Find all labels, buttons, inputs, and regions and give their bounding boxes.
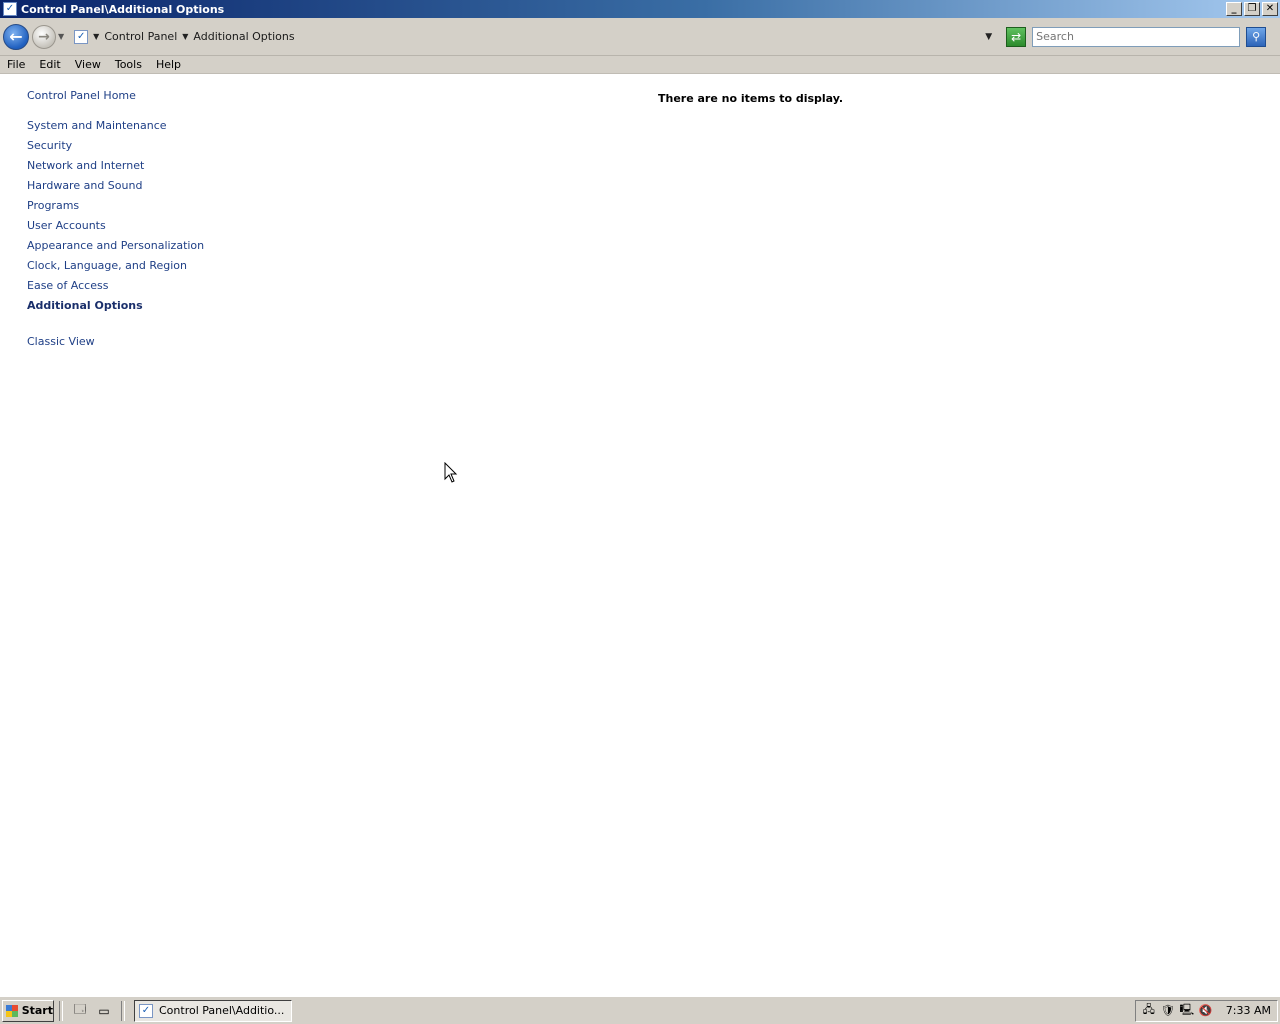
breadcrumb-root-chevron-icon[interactable]: ▼	[93, 32, 99, 41]
forward-arrow-icon: →	[38, 28, 50, 45]
windows-logo-icon	[6, 1004, 18, 1017]
search-button[interactable]: ⚲	[1246, 26, 1267, 47]
breadcrumb-additional-options[interactable]: Additional Options	[193, 30, 294, 43]
taskbar: Start 🗔 ▭ ✓ Control Panel\Additio... 🖧 🛡…	[0, 996, 1280, 1024]
menu-tools[interactable]: Tools	[108, 58, 149, 71]
menu-bar: File Edit View Tools Help	[0, 56, 1280, 74]
sidebar-item-programs[interactable]: Programs	[27, 198, 267, 218]
notification-area: 🖧 🛡 🖳 🔇 7:33 AM	[1134, 999, 1278, 1022]
menu-file[interactable]: File	[0, 58, 32, 71]
sidebar-item-clock-language-and-region[interactable]: Clock, Language, and Region	[27, 258, 267, 278]
volume-muted-icon[interactable]: 🔇	[1199, 1004, 1213, 1018]
minimize-button[interactable]: _	[1226, 2, 1242, 16]
mouse-pointer-icon	[444, 462, 458, 483]
sidebar-item-system-and-maintenance[interactable]: System and Maintenance	[27, 118, 267, 138]
sidebar-item-hardware-and-sound[interactable]: Hardware and Sound	[27, 178, 267, 198]
menu-edit[interactable]: Edit	[32, 58, 67, 71]
breadcrumb-chevron-icon[interactable]: ▼	[182, 32, 188, 41]
system-clock[interactable]: 7:33 AM	[1226, 1004, 1271, 1017]
window-title: Control Panel\Additional Options	[21, 2, 225, 16]
forward-button[interactable]: →	[32, 24, 56, 49]
content-area: Control Panel Home System and Maintenanc…	[0, 74, 1280, 996]
task-pane: Control Panel Home System and Maintenanc…	[27, 88, 267, 354]
window-controls: _ ❐ ✕	[1226, 2, 1278, 16]
sidebar-control-panel-home[interactable]: Control Panel Home	[27, 88, 267, 108]
navigation-bar: ← → ▼ ✓ ▼ Control Panel ▼ Additional Opt…	[0, 18, 1280, 56]
network-connection-icon[interactable]: 🖳	[1179, 1003, 1194, 1018]
search-box[interactable]	[1032, 26, 1241, 47]
empty-folder-message: There are no items to display.	[658, 92, 844, 105]
switch-windows-icon[interactable]: ▭	[96, 1003, 112, 1019]
control-panel-icon: ✓	[139, 1003, 153, 1018]
sidebar-item-network-and-internet[interactable]: Network and Internet	[27, 158, 267, 178]
back-arrow-icon: ←	[9, 27, 23, 46]
breadcrumb-control-panel[interactable]: Control Panel	[104, 30, 177, 43]
search-input[interactable]	[1033, 27, 1240, 46]
taskbar-button-label: Control Panel\Additio...	[159, 1004, 285, 1017]
search-icon: ⚲	[1252, 30, 1261, 43]
address-field[interactable]: ✓ ▼ Control Panel ▼ Additional Options ▼	[70, 25, 999, 48]
security-status-icon[interactable]: 🛡	[1161, 1004, 1175, 1018]
recent-pages-dropdown-icon[interactable]: ▼	[58, 32, 64, 41]
control-panel-icon: ✓	[3, 2, 17, 16]
sidebar-item-appearance-and-personalization[interactable]: Appearance and Personalization	[27, 238, 267, 258]
sidebar-item-user-accounts[interactable]: User Accounts	[27, 218, 267, 238]
address-history-dropdown-icon[interactable]: ▼	[985, 32, 992, 42]
window-title-bar[interactable]: ✓ Control Panel\Additional Options _ ❐ ✕	[0, 0, 1280, 18]
taskbar-button-control-panel[interactable]: ✓ Control Panel\Additio...	[134, 999, 292, 1022]
sidebar-item-additional-options[interactable]: Additional Options	[27, 298, 267, 318]
network-status-icon[interactable]: 🖧	[1142, 1003, 1156, 1018]
sidebar-item-ease-of-access[interactable]: Ease of Access	[27, 278, 267, 298]
start-button[interactable]: Start	[2, 999, 54, 1022]
control-panel-icon: ✓	[74, 29, 89, 44]
start-label: Start	[21, 1004, 53, 1017]
sidebar-classic-view[interactable]: Classic View	[27, 334, 267, 354]
refresh-button[interactable]: ⇄	[1006, 26, 1027, 47]
sidebar-item-security[interactable]: Security	[27, 138, 267, 158]
menu-help[interactable]: Help	[149, 58, 188, 71]
back-button[interactable]: ←	[3, 23, 29, 50]
show-desktop-icon[interactable]: 🗔	[72, 1002, 88, 1019]
restore-button[interactable]: ❐	[1244, 2, 1260, 16]
taskbar-separator	[121, 1000, 125, 1021]
refresh-icon: ⇄	[1011, 29, 1022, 44]
taskbar-separator	[59, 1000, 63, 1021]
close-button[interactable]: ✕	[1262, 2, 1278, 16]
menu-view[interactable]: View	[68, 58, 108, 71]
